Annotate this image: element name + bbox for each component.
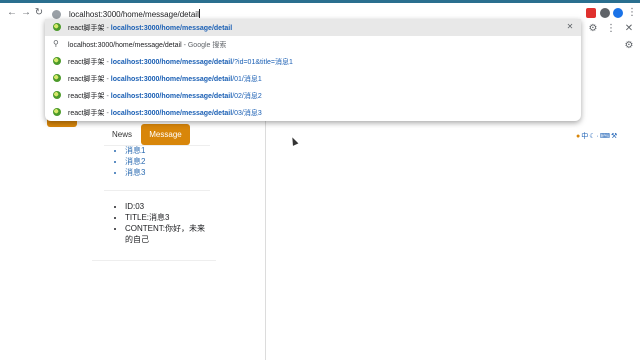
back-arrow-icon[interactable]: ← — [6, 7, 18, 19]
search-icon: ⚲ — [53, 39, 59, 48]
message-link[interactable]: 消息3 — [125, 167, 145, 178]
forward-arrow-icon[interactable]: → — [20, 7, 32, 19]
dot-icon: · — [596, 133, 599, 140]
mouse-cursor-icon — [289, 136, 299, 146]
ime-logo-icon: ● — [576, 133, 581, 140]
suggestion-text: react脚手架 - localhost:3000/home/message/d… — [68, 110, 262, 117]
reload-icon[interactable]: ↻ — [33, 7, 45, 19]
divider — [92, 260, 216, 261]
tool-icon: ⚒ — [610, 133, 618, 140]
message-list: 消息1 消息2 消息3 — [114, 145, 145, 178]
profile-icon[interactable] — [613, 8, 623, 18]
address-input[interactable]: localhost:3000/home/message/detail — [69, 9, 200, 19]
suggestion-text: localhost:3000/home/message/detail - Goo… — [68, 42, 227, 49]
message-link[interactable]: 消息1 — [125, 145, 145, 156]
tab-message[interactable]: Message — [141, 124, 190, 145]
suggestion-text: react脚手架 - localhost:3000/home/message/d… — [68, 25, 233, 32]
moon-icon: ☾ — [589, 133, 596, 140]
message-detail: ID:03 TITLE:消息3 CONTENT:你好，未来的自己 — [114, 201, 209, 245]
page-icon — [53, 108, 61, 116]
content-divider — [265, 121, 266, 360]
message-link[interactable]: 消息2 — [125, 156, 145, 167]
suggestion-text: react脚手架 - localhost:3000/home/message/d… — [68, 93, 262, 100]
page-icon — [53, 74, 61, 82]
page-icon — [52, 10, 61, 19]
suggestion-text: react脚手架 - localhost:3000/home/message/d… — [68, 76, 262, 83]
menu-icon[interactable]: ⋮ — [626, 7, 638, 19]
suggestion-row[interactable]: ⚲ localhost:3000/home/message/detail - G… — [45, 36, 581, 53]
page-icon — [53, 23, 61, 31]
suggestion-row[interactable]: react脚手架 - localhost:3000/home/message/d… — [45, 53, 581, 70]
detail-id: ID:03 — [125, 201, 209, 212]
suggestion-row[interactable]: react脚手架 - localhost:3000/home/message/d… — [45, 104, 581, 121]
page-icon — [53, 57, 61, 65]
puzzle-icon[interactable] — [600, 8, 610, 18]
detail-content: CONTENT:你好，未来的自己 — [125, 223, 209, 245]
suggestion-row[interactable]: react脚手架 - localhost:3000/home/message/d… — [45, 87, 581, 104]
more-vert-icon[interactable]: ⋮ — [605, 23, 617, 35]
page-icon — [53, 91, 61, 99]
ime-toolbar[interactable]: ●中☾·⌨⚒ — [576, 131, 640, 141]
close-icon[interactable]: ✕ — [623, 23, 635, 35]
suggestion-row[interactable]: react脚手架 - localhost:3000/home/message/d… — [45, 19, 581, 36]
devtools-toolbar: ⚙ ⋮ ✕ ⚙ — [581, 19, 640, 55]
keyboard-icon: ⌨ — [599, 133, 610, 140]
omnibox-suggestions: react脚手架 - localhost:3000/home/message/d… — [45, 19, 581, 121]
detail-title: TITLE:消息3 — [125, 212, 209, 223]
suggestion-text: react脚手架 - localhost:3000/home/message/d… — [68, 59, 293, 66]
remove-suggestion-icon[interactable]: ✕ — [565, 22, 575, 32]
gear-icon[interactable]: ⚙ — [587, 23, 599, 35]
ime-lang-label: 中 — [581, 133, 589, 140]
settings-gear-icon[interactable]: ⚙ — [623, 40, 635, 52]
divider — [104, 190, 210, 191]
extension-icon[interactable] — [586, 8, 596, 18]
tab-news[interactable]: News — [104, 124, 140, 145]
suggestion-row[interactable]: react脚手架 - localhost:3000/home/message/d… — [45, 70, 581, 87]
